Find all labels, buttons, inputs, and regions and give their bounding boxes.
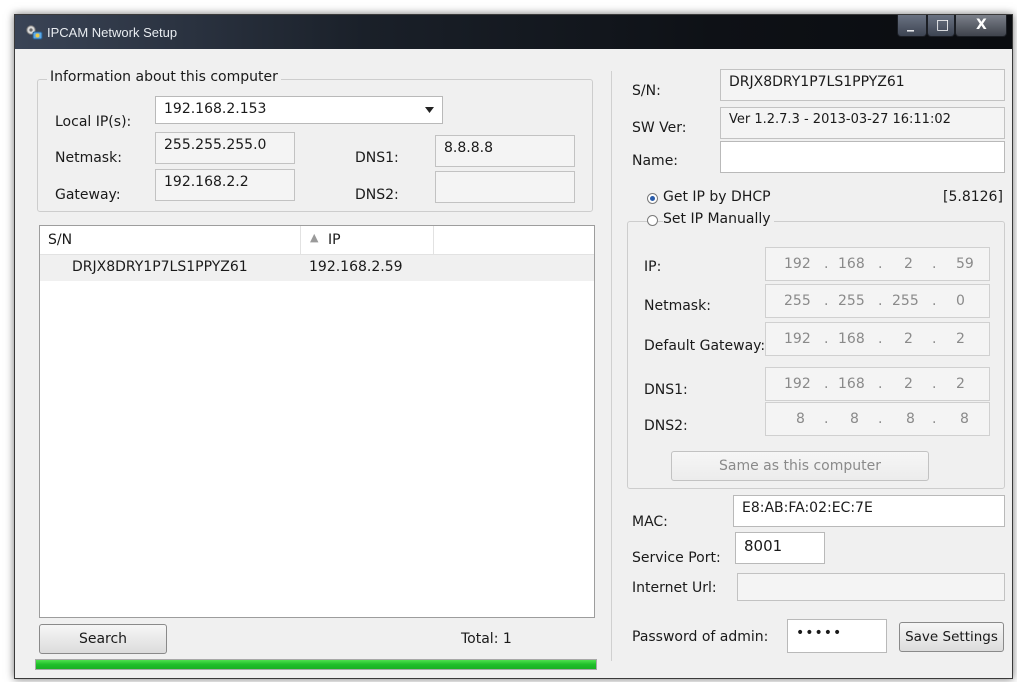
name-label: Name: xyxy=(632,153,679,169)
dns1-label: DNS1: xyxy=(355,150,399,166)
main-window: IPCAM Network Setup _ □ X Information ab… xyxy=(14,14,1013,679)
dns2-label: DNS2: xyxy=(355,187,399,203)
local-ip-select[interactable]: 192.168.2.153 xyxy=(155,96,443,124)
row-ip: 192.168.2.59 xyxy=(309,259,403,275)
password-label: Password of admin: xyxy=(632,629,769,645)
title-bar[interactable]: IPCAM Network Setup _ □ X xyxy=(15,15,1012,49)
column-header-sn[interactable]: S/N xyxy=(48,232,72,248)
gateway-octet: 2 xyxy=(956,331,965,347)
ip-octet: 192 xyxy=(784,256,811,272)
netmask-octet: 255 xyxy=(892,293,919,309)
netmask-input[interactable]: 255 . 255 . 255 . 0 xyxy=(765,284,990,318)
column-divider xyxy=(300,226,301,254)
local-ip-label: Local IP(s): xyxy=(55,114,132,130)
dns2-octet: 8 xyxy=(850,411,859,427)
gateway-field: 192.168.2.2 xyxy=(155,169,295,201)
column-header-ip[interactable]: IP xyxy=(328,232,341,248)
maximize-button[interactable]: □ xyxy=(927,15,955,37)
dns1-octet: 2 xyxy=(904,376,913,392)
dns1-input[interactable]: 192 . 168 . 2 . 2 xyxy=(765,367,990,401)
device-list[interactable]: S/N ▲ IP DRJX8DRY1P7LS1PPYZ61 192.168.2.… xyxy=(39,225,595,618)
dns2-field xyxy=(435,171,575,203)
sw-ver-field: Ver 1.2.7.3 - 2013-03-27 16:11:02 xyxy=(720,107,1005,139)
mac-field: E8:AB:FA:02:EC:7E xyxy=(733,495,1005,527)
list-header: S/N ▲ IP xyxy=(40,226,594,255)
gateway-octet: 2 xyxy=(904,331,913,347)
dns1-octet: 2 xyxy=(956,376,965,392)
total-count: Total: 1 xyxy=(461,631,512,647)
dns2-dev-label: DNS2: xyxy=(644,418,688,434)
progress-fill xyxy=(36,660,596,669)
dns2-octet: 8 xyxy=(960,411,969,427)
local-ip-value: 192.168.2.153 xyxy=(164,101,267,117)
row-sn: DRJX8DRY1P7LS1PPYZ61 xyxy=(72,259,248,275)
gateway-octet: 192 xyxy=(784,331,811,347)
netmask-label: Netmask: xyxy=(55,150,122,166)
netmask-dev-label: Netmask: xyxy=(644,298,711,314)
ip-octet: 2 xyxy=(904,256,913,272)
dns1-octet: 192 xyxy=(784,376,811,392)
search-button[interactable]: Search xyxy=(39,624,167,654)
netmask-field: 255.255.255.0 xyxy=(155,132,295,164)
progress-bar xyxy=(35,659,597,670)
dns2-input[interactable]: 8 . 8 . 8 . 8 xyxy=(765,402,990,436)
service-port-input[interactable]: 8001 xyxy=(735,532,825,564)
version-tag: [5.8126] xyxy=(943,189,1003,205)
same-as-computer-button[interactable]: Same as this computer xyxy=(671,451,929,481)
dns2-octet: 8 xyxy=(796,411,805,427)
internet-url-field xyxy=(737,573,1005,601)
save-settings-button[interactable]: Save Settings xyxy=(899,622,1004,652)
column-divider xyxy=(433,226,434,254)
close-button[interactable]: X xyxy=(955,15,1007,37)
dhcp-label: Get IP by DHCP xyxy=(663,189,771,205)
minimize-button[interactable]: _ xyxy=(897,15,927,37)
sn-field: DRJX8DRY1P7LS1PPYZ61 xyxy=(720,69,1005,101)
mac-label: MAC: xyxy=(632,514,668,530)
gateway-dev-label: Default Gateway: xyxy=(644,338,766,354)
computer-info-title: Information about this computer xyxy=(47,69,281,85)
dropdown-arrow-icon xyxy=(425,107,434,113)
close-icon: X xyxy=(976,17,987,33)
camera-gear-icon xyxy=(26,25,43,40)
sw-ver-label: SW Ver: xyxy=(632,120,687,136)
dns1-dev-label: DNS1: xyxy=(644,382,688,398)
netmask-octet: 255 xyxy=(784,293,811,309)
table-row[interactable]: DRJX8DRY1P7LS1PPYZ61 192.168.2.59 xyxy=(40,255,594,281)
ip-octet: 168 xyxy=(838,256,865,272)
internet-url-label: Internet Url: xyxy=(632,580,717,596)
ip-label: IP: xyxy=(644,259,662,275)
sort-up-icon: ▲ xyxy=(310,231,319,244)
minimize-icon: _ xyxy=(907,16,914,32)
dns2-octet: 8 xyxy=(906,411,915,427)
manual-label: Set IP Manually xyxy=(663,211,774,227)
name-input[interactable] xyxy=(720,141,1005,173)
manual-radio[interactable] xyxy=(647,215,658,226)
ip-input[interactable]: 192 . 168 . 2 . 59 xyxy=(765,247,990,281)
sn-label: S/N: xyxy=(632,83,661,99)
password-input[interactable]: ••••• xyxy=(787,619,887,653)
gateway-octet: 168 xyxy=(838,331,865,347)
service-port-label: Service Port: xyxy=(632,550,721,566)
gateway-label: Gateway: xyxy=(55,187,121,203)
maximize-icon: □ xyxy=(936,17,950,33)
gateway-input[interactable]: 192 . 168 . 2 . 2 xyxy=(765,322,990,356)
dhcp-radio[interactable] xyxy=(647,193,658,204)
netmask-octet: 0 xyxy=(956,293,965,309)
window-title: IPCAM Network Setup xyxy=(47,25,178,40)
dns1-field: 8.8.8.8 xyxy=(435,135,575,167)
panel-divider xyxy=(611,71,612,661)
dns1-octet: 168 xyxy=(838,376,865,392)
netmask-octet: 255 xyxy=(838,293,865,309)
ip-octet: 59 xyxy=(956,256,974,272)
